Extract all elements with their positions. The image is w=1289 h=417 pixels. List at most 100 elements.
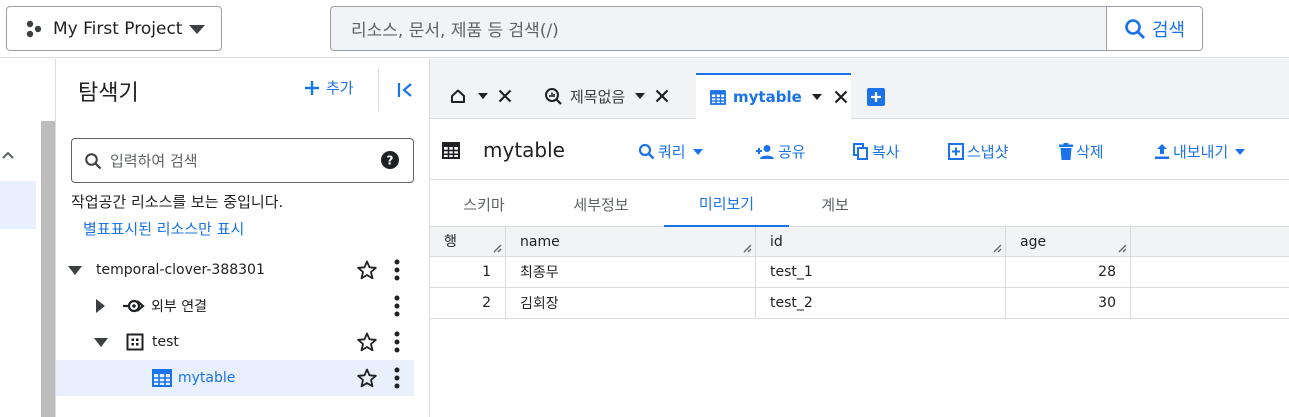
svg-text:?: ? (387, 154, 394, 168)
table-icon (152, 369, 172, 387)
star-icon[interactable] (357, 368, 377, 388)
tab-untitled-label: 제목없음 (570, 87, 626, 106)
query-button[interactable]: 쿼리 (638, 141, 703, 162)
explorer-panel: 탐색기 추가 입력하여 검색 ? 작업공간 리소스를 보는 중입니다. 별표표시… (56, 59, 430, 417)
top-bar: My First Project 리소스, 문서, 제품 등 검색(/) 검색 (0, 0, 1289, 58)
column-header-id[interactable]: id (756, 227, 1006, 256)
tab-mytable[interactable]: mytable (696, 73, 851, 119)
chevron-down-icon[interactable] (635, 93, 646, 99)
scrollbar[interactable] (41, 121, 55, 417)
id-cell[interactable]: test_2 (756, 288, 1006, 318)
person-add-icon (755, 144, 775, 160)
id-cell[interactable]: test_1 (756, 257, 1006, 287)
copy-button[interactable]: 복사 (853, 141, 900, 162)
tab-home[interactable] (438, 73, 534, 119)
upload-icon (1154, 143, 1170, 160)
search-button[interactable]: 검색 (1106, 6, 1203, 51)
close-icon[interactable] (498, 89, 512, 103)
subtab-lineage[interactable]: 계보 (796, 181, 874, 227)
chevron-down-icon (189, 25, 205, 34)
subtab-preview[interactable]: 미리보기 (664, 181, 789, 227)
close-icon[interactable] (834, 90, 848, 104)
plus-icon (304, 80, 320, 96)
caret-down-icon[interactable] (94, 337, 108, 347)
chevron-up-icon[interactable] (2, 151, 14, 159)
search-button-label: 검색 (1151, 19, 1186, 41)
search-icon (638, 143, 655, 160)
more-vert-icon[interactable] (394, 259, 400, 281)
column-header-name[interactable]: name (506, 227, 756, 256)
delete-button[interactable]: 삭제 (1059, 141, 1104, 162)
age-cell[interactable]: 28 (1006, 257, 1131, 287)
close-icon[interactable] (655, 89, 669, 103)
query-button-label: 쿼리 (658, 143, 686, 161)
resize-handle-icon[interactable] (993, 244, 1002, 253)
share-button[interactable]: 공유 (755, 141, 806, 162)
global-search-placeholder: 리소스, 문서, 제품 등 검색(/) (351, 21, 559, 41)
tree-item-project[interactable]: temporal-clover-388301 (56, 252, 414, 288)
project-selector-button[interactable]: My First Project (6, 6, 222, 51)
table-row: 1 최종무 test_1 28 (430, 257, 1289, 288)
external-connection-icon (123, 298, 145, 314)
column-header-row-number: 행 (430, 227, 506, 256)
external-connections-label: 외부 연결 (151, 299, 207, 315)
main-panel: 제목없음 mytable mytable 쿼리 공유 복사 스냅샷 삭제 내보내… (430, 59, 1289, 417)
tab-untitled-query[interactable]: 제목없음 (534, 73, 696, 119)
explorer-search-placeholder: 입력하여 검색 (110, 152, 198, 170)
dataset-icon (126, 333, 144, 351)
table-icon (710, 89, 726, 105)
name-cell[interactable]: 김회장 (506, 288, 756, 318)
tree-item-table[interactable]: mytable (56, 360, 414, 396)
star-icon[interactable] (357, 260, 377, 280)
tab-mytable-label: mytable (733, 88, 802, 106)
query-icon (544, 87, 562, 105)
chevron-down-icon[interactable] (478, 93, 488, 99)
more-vert-icon[interactable] (394, 331, 400, 353)
resize-handle-icon[interactable] (743, 244, 752, 253)
help-icon[interactable]: ? (381, 151, 399, 169)
column-header-age[interactable]: age (1006, 227, 1131, 256)
share-button-label: 공유 (778, 143, 806, 161)
subtab-details[interactable]: 세부정보 (546, 181, 656, 227)
table-row: 2 김회장 test_2 30 (430, 288, 1289, 319)
chevron-down-icon[interactable] (811, 94, 822, 100)
tree-item-dataset[interactable]: test (56, 324, 414, 360)
more-vert-icon[interactable] (394, 367, 400, 389)
copy-button-label: 복사 (872, 143, 900, 161)
export-button[interactable]: 내보내기 (1154, 141, 1246, 162)
export-button-label: 내보내기 (1173, 143, 1229, 161)
subtab-schema[interactable]: 스키마 (430, 181, 538, 227)
chevron-down-icon (692, 148, 703, 155)
project-id-label: temporal-clover-388301 (96, 262, 265, 278)
resize-handle-icon[interactable] (1118, 244, 1127, 253)
trash-icon (1059, 143, 1073, 160)
caret-right-icon[interactable] (96, 299, 105, 313)
rail-active-item[interactable] (0, 181, 36, 229)
snapshot-button[interactable]: 스냅샷 (948, 141, 1008, 162)
global-search-input[interactable]: 리소스, 문서, 제품 등 검색(/) (330, 6, 1107, 51)
name-cell[interactable]: 최종무 (506, 257, 756, 287)
search-icon (1124, 18, 1146, 40)
add-button-label: 추가 (326, 79, 354, 97)
project-icon (25, 20, 43, 38)
column-header-label: 행 (444, 234, 457, 250)
explorer-search-input[interactable]: 입력하여 검색 ? (71, 138, 414, 183)
table-icon (442, 142, 460, 159)
detail-subtabs: 스키마 세부정보 미리보기 계보 (430, 181, 1289, 227)
add-button[interactable]: 추가 (304, 77, 354, 98)
collapse-panel-icon[interactable] (396, 81, 414, 99)
starred-only-link[interactable]: 별표표시된 리소스만 표시 (83, 218, 244, 239)
resize-handle-icon[interactable] (493, 244, 502, 253)
new-tab-icon[interactable] (866, 87, 886, 107)
tree-item-external-connections[interactable]: 외부 연결 (56, 288, 414, 324)
column-header-label: name (520, 233, 560, 250)
star-icon[interactable] (357, 332, 377, 352)
age-cell[interactable]: 30 (1006, 288, 1131, 318)
search-icon (84, 152, 102, 170)
caret-down-icon[interactable] (68, 265, 82, 275)
left-rail (0, 59, 56, 417)
divider (378, 69, 379, 111)
table-toolbar: mytable 쿼리 공유 복사 스냅샷 삭제 내보내기 (430, 120, 1289, 180)
column-header-label: age (1020, 233, 1047, 250)
more-vert-icon[interactable] (394, 295, 400, 317)
